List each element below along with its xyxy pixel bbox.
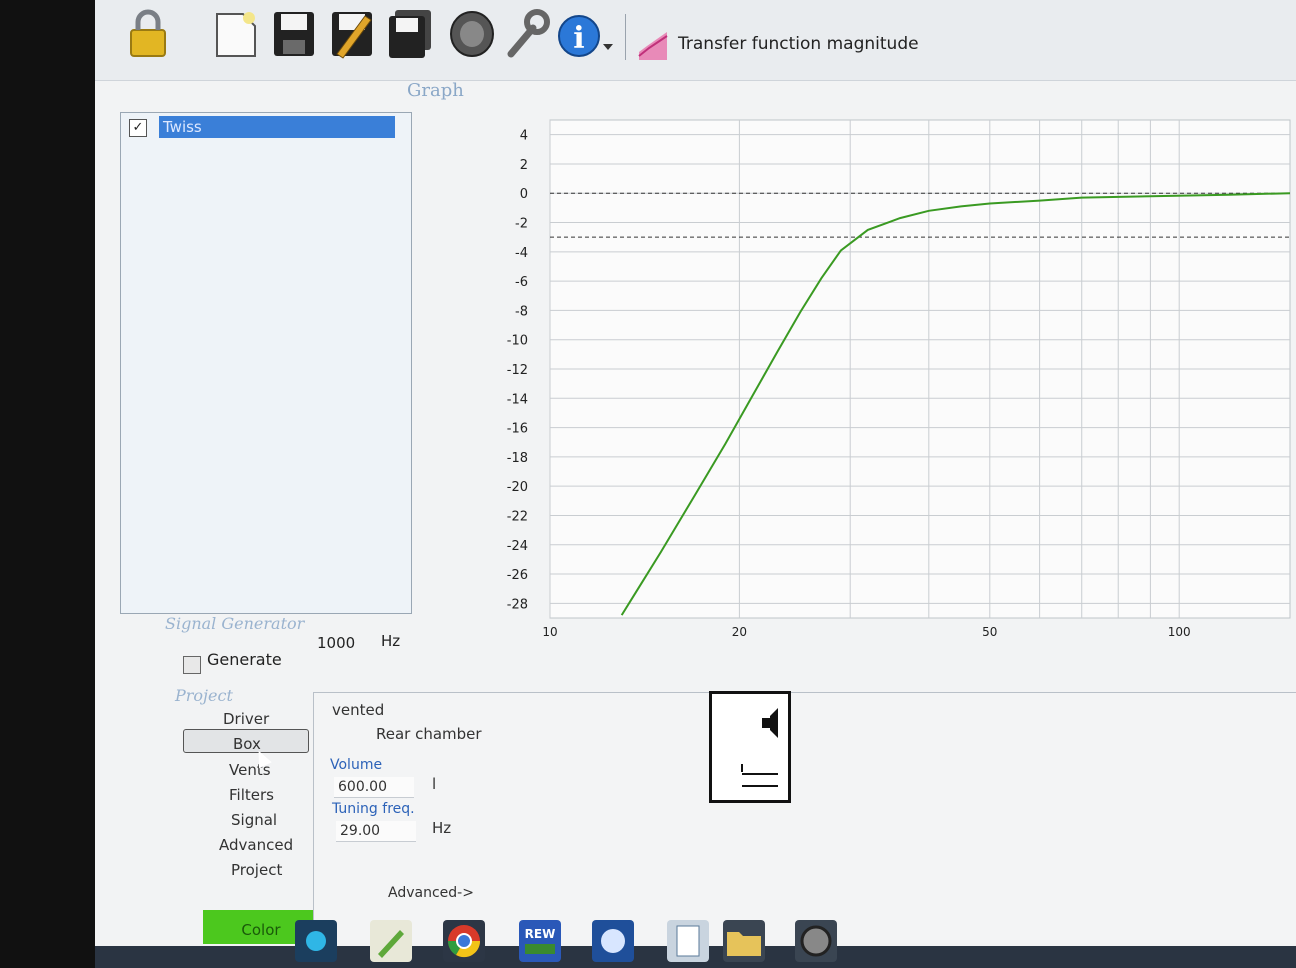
folder-icon[interactable] — [723, 920, 765, 962]
volume-label: Volume — [330, 757, 383, 773]
project-section-title: Project — [175, 686, 233, 705]
x-tick-label: 50 — [982, 625, 997, 639]
nav-project[interactable]: Project — [231, 861, 282, 879]
y-tick-label: -4 — [515, 246, 528, 261]
chrome-icon[interactable] — [443, 920, 485, 962]
y-tick-label: 0 — [520, 187, 528, 202]
info-icon[interactable]: i — [557, 8, 603, 60]
y-tick-label: -8 — [515, 304, 528, 319]
save-icon[interactable] — [271, 8, 317, 60]
box-settings-panel: vented Rear chamber Volume 600.00 l Tuni… — [313, 691, 1296, 943]
dsp-icon[interactable] — [592, 920, 634, 962]
y-tick-label: -2 — [515, 217, 528, 232]
y-tick-label: -16 — [507, 422, 528, 437]
generate-checkbox[interactable] — [183, 656, 201, 674]
y-tick-label: -22 — [507, 509, 528, 524]
chevron-down-icon[interactable] — [601, 8, 615, 60]
volume-unit: l — [432, 775, 437, 793]
taskbar: REW — [95, 920, 1296, 968]
advanced-link[interactable]: Advanced-> — [388, 885, 474, 901]
x-tick-label: 10 — [542, 625, 557, 639]
toolbar-separator — [625, 14, 626, 60]
y-tick-label: -12 — [507, 363, 528, 378]
volume-input[interactable]: 600.00 — [334, 777, 414, 798]
graph-list[interactable]: ✓ Twiss — [120, 112, 412, 614]
y-tick-label: -18 — [507, 451, 528, 466]
graph-list-item[interactable]: Twiss — [159, 116, 395, 138]
network-icon[interactable] — [295, 920, 337, 962]
y-tick-label: -28 — [507, 597, 528, 612]
y-tick-label: -6 — [515, 275, 528, 290]
graph-type-label[interactable]: Transfer function magnitude — [678, 34, 919, 54]
speaker-icon[interactable] — [449, 8, 495, 60]
rew-icon-label: REW — [525, 927, 556, 941]
y-tick-label: -20 — [507, 480, 528, 495]
save-all-icon[interactable] — [387, 8, 433, 60]
y-tick-label: -10 — [507, 334, 528, 349]
speaker-app-icon[interactable] — [795, 920, 837, 962]
x-tick-label: 100 — [1168, 625, 1191, 639]
lock-icon[interactable] — [125, 8, 171, 60]
tuning-freq-input[interactable]: 29.00 — [336, 821, 416, 842]
toolbar: i Transfer function magnitude — [95, 0, 1296, 81]
tuning-freq-unit: Hz — [432, 819, 452, 837]
speaker-driver-icon — [741, 708, 778, 787]
rew-icon[interactable]: REW — [519, 920, 561, 962]
generate-label: Generate — [207, 650, 282, 669]
new-document-icon[interactable] — [213, 8, 259, 60]
paint-icon[interactable] — [370, 920, 412, 962]
chamber-label: Rear chamber — [376, 725, 482, 743]
generator-frequency-input[interactable]: 1000 — [317, 634, 355, 652]
box-type-value[interactable]: vented — [332, 701, 384, 719]
nav-driver[interactable]: Driver — [223, 710, 269, 728]
y-tick-label: -14 — [507, 392, 528, 407]
x-tick-label: 20 — [732, 625, 747, 639]
generator-frequency-unit: Hz — [381, 632, 401, 650]
nav-advanced[interactable]: Advanced — [219, 836, 293, 854]
y-tick-label: 4 — [520, 129, 528, 144]
graph-panel-title: Graph — [407, 80, 464, 101]
save-edit-icon[interactable] — [329, 8, 375, 60]
tuning-freq-label: Tuning freq. — [332, 801, 415, 817]
app-window: i Transfer function magnitude Graph ✓ Tw… — [95, 0, 1296, 968]
nav-signal[interactable]: Signal — [231, 811, 277, 829]
y-tick-label: 2 — [520, 158, 528, 173]
transfer-function-chart: 420-2-4-6-8-10-12-14-16-18-20-22-24-26-2… — [507, 119, 1291, 639]
y-tick-label: -24 — [507, 539, 528, 554]
svg-text:i: i — [573, 21, 584, 56]
nav-filters[interactable]: Filters — [229, 786, 274, 804]
graph-item-checkbox[interactable]: ✓ — [129, 119, 147, 137]
spreadsheet-icon[interactable] — [667, 920, 709, 962]
signal-generator-title: Signal Generator — [165, 614, 305, 633]
wrench-icon[interactable] — [505, 8, 551, 60]
y-tick-label: -26 — [507, 568, 528, 583]
box-diagram — [709, 691, 791, 803]
graph-type-icon[interactable] — [637, 30, 671, 62]
